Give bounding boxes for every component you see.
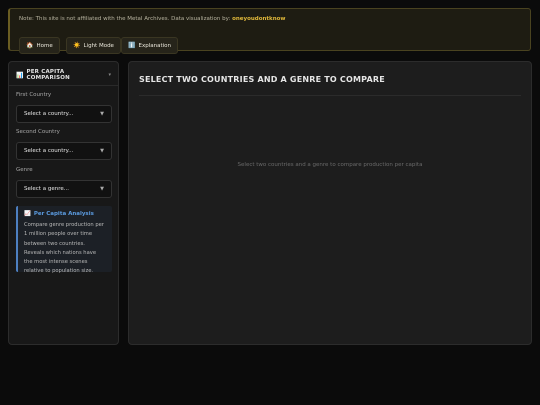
page-title: Select two countries and a genre to comp… xyxy=(139,75,385,84)
collapse-chevron-icon[interactable]: ▾ xyxy=(108,72,111,78)
author-link[interactable]: oneyoudontknow xyxy=(232,16,285,22)
first-country-label: First Country xyxy=(16,92,52,98)
info-icon: ℹ️ xyxy=(128,42,136,49)
divider xyxy=(9,85,118,86)
explanation-button[interactable]: ℹ️ Explanation xyxy=(121,37,178,54)
chart-icon: 📊 xyxy=(16,71,24,79)
light-mode-button[interactable]: ☀️ Light Mode xyxy=(66,37,121,54)
info-box-body: Compare genre production per 1 million p… xyxy=(24,222,104,275)
info-box-title: Per Capita Analysis xyxy=(33,211,94,217)
home-button[interactable]: 🏠 Home xyxy=(19,37,60,54)
genre-select[interactable]: Select a genre... ▼ xyxy=(16,180,112,198)
trend-chart-icon: 📈 xyxy=(24,211,31,217)
disclaimer-text: Note: This site is not affiliated with t… xyxy=(19,16,286,22)
home-button-label: Home xyxy=(36,42,53,49)
second-country-label: Second Country xyxy=(16,129,60,135)
first-country-value: Select a country... xyxy=(24,111,74,117)
genre-value: Select a genre... xyxy=(24,186,69,192)
genre-label: Genre xyxy=(16,167,33,173)
first-country-select[interactable]: Select a country... ▼ xyxy=(16,105,112,123)
empty-state-message: Select two countries and a genre to comp… xyxy=(237,162,423,168)
divider xyxy=(139,95,521,96)
second-country-value: Select a country... xyxy=(24,148,74,154)
chevron-down-icon: ▼ xyxy=(100,186,104,192)
sidebar-title: Per Capita Comparison xyxy=(26,69,70,81)
second-country-select[interactable]: Select a country... ▼ xyxy=(16,142,112,160)
home-icon: 🏠 xyxy=(26,42,34,49)
light-mode-button-label: Light Mode xyxy=(83,42,114,49)
chevron-down-icon: ▼ xyxy=(100,148,104,154)
disclaimer-banner: Note: This site is not affiliated with t… xyxy=(8,8,531,54)
comparison-panel: Select two countries and a genre to comp… xyxy=(128,61,532,345)
sidebar-header[interactable]: 📊 Per Capita Comparison ▾ xyxy=(16,69,111,81)
explanation-button-label: Explanation xyxy=(138,42,171,49)
per-capita-info-box: 📈 Per Capita Analysis Compare genre prod… xyxy=(16,206,112,274)
chevron-down-icon: ▼ xyxy=(100,111,104,117)
comparison-sidebar: 📊 Per Capita Comparison ▾ First Country … xyxy=(8,61,119,345)
sun-icon: ☀️ xyxy=(73,42,81,49)
info-box-header: 📈 Per Capita Analysis xyxy=(24,211,106,217)
disclaimer-message: Note: This site is not affiliated with t… xyxy=(19,16,231,22)
